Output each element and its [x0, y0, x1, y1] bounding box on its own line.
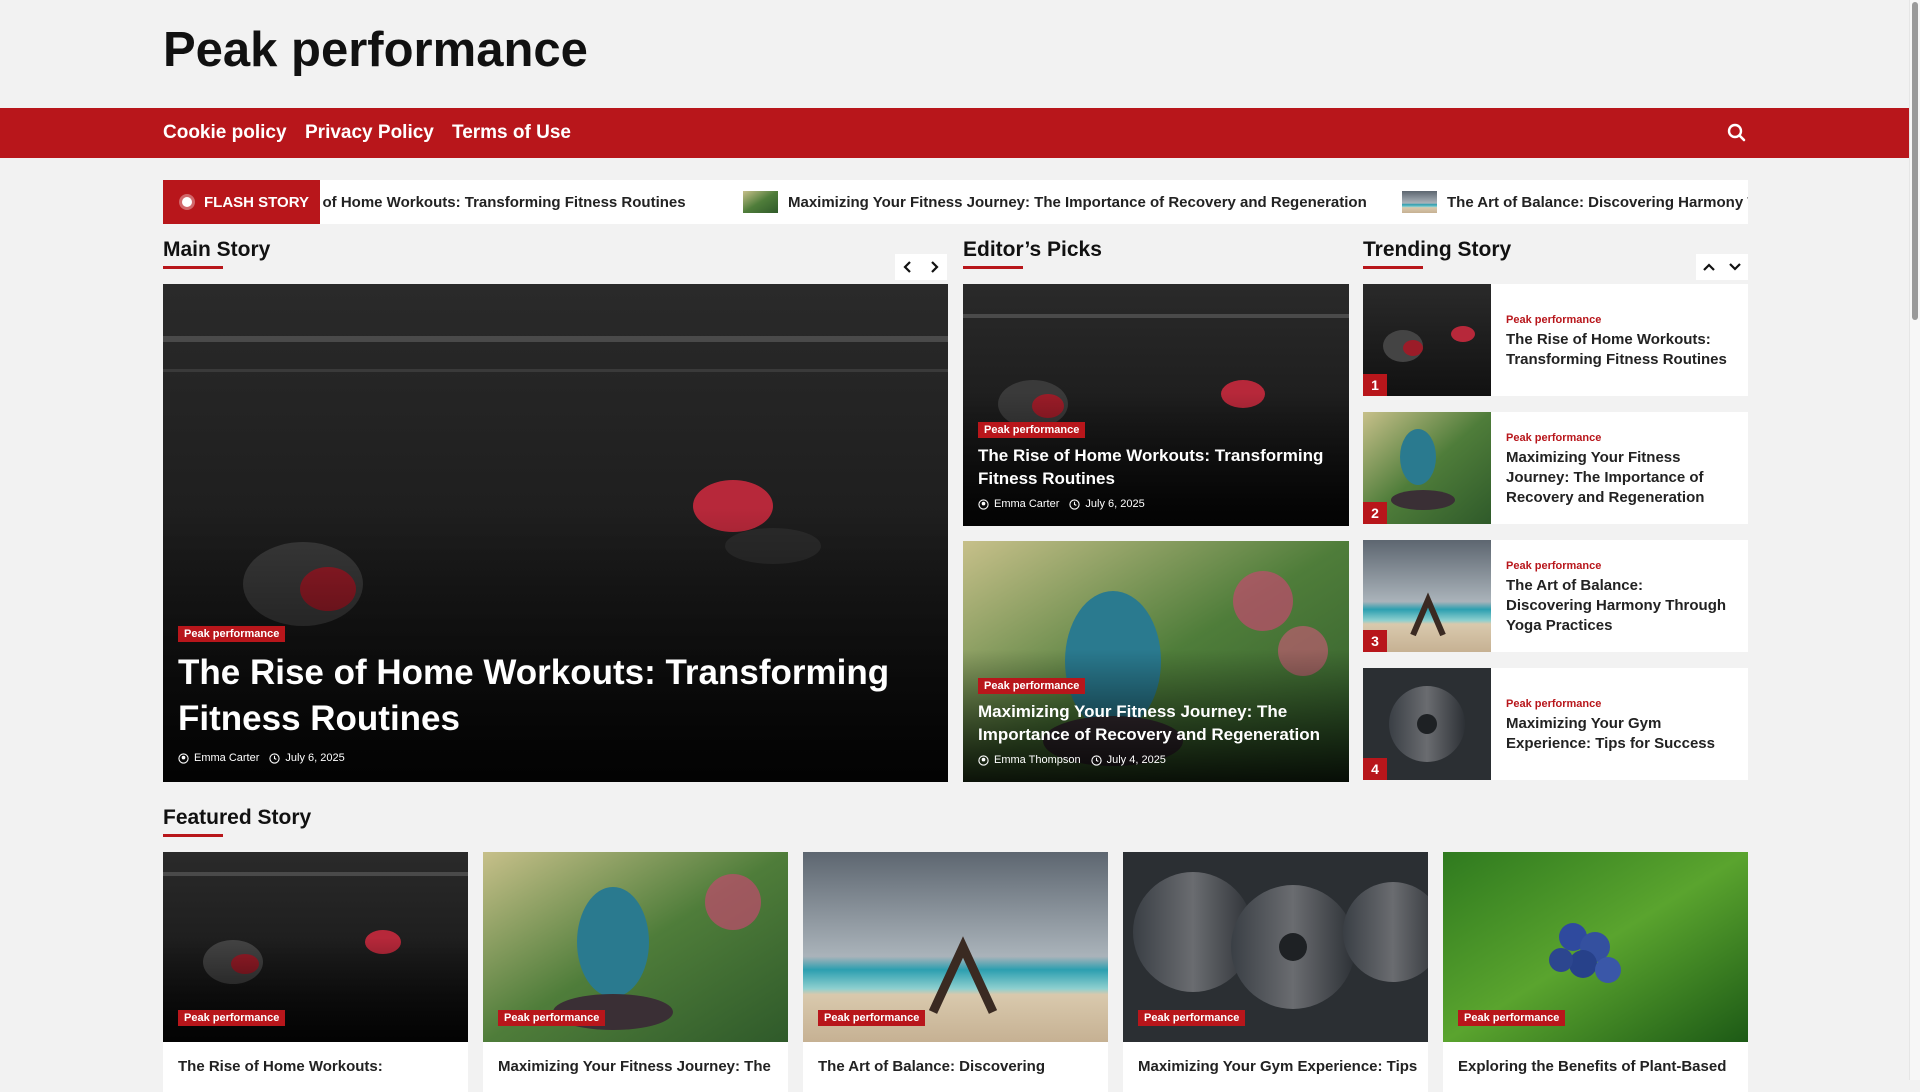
trending-title[interactable]: The Rise of Home Workouts: Transforming … [1506, 330, 1731, 370]
ticker-item[interactable]: Maximizing Your Fitness Journey: The Imp… [743, 180, 1367, 224]
ticker-item-title[interactable]: Maximizing Your Fitness Journey: The Imp… [788, 194, 1367, 211]
trending-title[interactable]: The Art of Balance: Discovering Harmony … [1506, 576, 1731, 636]
trending-title[interactable]: Maximizing Your Fitness Journey: The Imp… [1506, 448, 1731, 508]
trending-thumbnail: 3 [1363, 540, 1491, 652]
site-title[interactable]: Peak performance [163, 22, 588, 78]
trending-item[interactable]: 4 Peak performance Maximizing Your Gym E… [1363, 668, 1748, 780]
category-label[interactable]: Peak performance [1506, 560, 1601, 572]
post-date: July 6, 2025 [285, 752, 345, 764]
editors-pick-title[interactable]: The Rise of Home Workouts: Transforming … [978, 444, 1334, 490]
nav-link-cookie-policy[interactable]: Cookie policy [163, 122, 287, 144]
trending-rank: 1 [1363, 374, 1387, 396]
flash-story-text: FLASH STORY [204, 193, 310, 211]
page-scrollbar[interactable] [1909, 0, 1920, 1080]
heading-underline [963, 266, 1023, 269]
category-badge[interactable]: Peak performance [498, 1010, 606, 1026]
author-icon [978, 754, 989, 766]
main-navigation: Cookie policy Privacy Policy Terms of Us… [0, 108, 1909, 158]
featured-card[interactable]: Peak performance The Rise of Home Workou… [163, 852, 468, 1092]
featured-story-heading: Featured Story [163, 806, 312, 829]
trending-rank: 2 [1363, 502, 1387, 524]
featured-title[interactable]: The Art of Balance: Discovering [818, 1058, 1098, 1075]
trending-thumbnail: 1 [1363, 284, 1491, 396]
trending-story-heading: Trending Story [1363, 238, 1512, 261]
live-dot-icon [182, 197, 192, 207]
clock-icon [1090, 754, 1102, 766]
category-label[interactable]: Peak performance [1506, 432, 1601, 444]
flash-story-ticker: FLASH STORY e of Home Workouts: Transfor… [163, 180, 1748, 224]
chevron-down-icon[interactable] [1722, 254, 1748, 280]
featured-title[interactable]: Maximizing Your Fitness Journey: The [498, 1058, 778, 1075]
flash-story-label: FLASH STORY [163, 180, 320, 224]
chevron-left-icon[interactable] [895, 254, 921, 280]
featured-card[interactable]: Peak performance The Art of Balance: Dis… [803, 852, 1108, 1092]
category-badge[interactable]: Peak performance [818, 1010, 926, 1026]
category-badge[interactable]: Peak performance [978, 678, 1086, 694]
category-label[interactable]: Peak performance [1506, 314, 1601, 326]
chevron-up-icon[interactable] [1696, 254, 1722, 280]
main-story-heading: Main Story [163, 238, 271, 261]
editors-pick-card[interactable]: Peak performance Maximizing Your Fitness… [963, 541, 1349, 782]
trending-rank: 3 [1363, 630, 1387, 652]
author-name[interactable]: Emma Thompson [994, 754, 1081, 766]
featured-title[interactable]: Exploring the Benefits of Plant-Based [1458, 1058, 1738, 1075]
author-icon [978, 498, 989, 510]
category-badge[interactable]: Peak performance [978, 422, 1086, 438]
featured-card[interactable]: Peak performance Maximizing Your Gym Exp… [1123, 852, 1428, 1092]
category-badge[interactable]: Peak performance [178, 1010, 286, 1026]
author-name[interactable]: Emma Carter [194, 752, 259, 764]
ticker-thumbnail [1402, 191, 1437, 213]
search-icon[interactable] [1726, 122, 1748, 144]
trending-item[interactable]: 3 Peak performance The Art of Balance: D… [1363, 540, 1748, 652]
ticker-item[interactable]: e of Home Workouts: Transforming Fitness… [310, 180, 686, 224]
ticker-item-title[interactable]: e of Home Workouts: Transforming Fitness… [310, 194, 686, 211]
heading-underline [163, 834, 223, 837]
featured-title[interactable]: Maximizing Your Gym Experience: Tips [1138, 1058, 1418, 1075]
trending-item[interactable]: 1 Peak performance The Rise of Home Work… [1363, 284, 1748, 396]
editors-picks-heading: Editor’s Picks [963, 238, 1102, 261]
trending-rank: 4 [1363, 758, 1387, 780]
scrollbar-thumb[interactable] [1912, 2, 1918, 320]
featured-card[interactable]: Peak performance Maximizing Your Fitness… [483, 852, 788, 1092]
chevron-right-icon[interactable] [921, 254, 947, 280]
heading-underline [1363, 266, 1423, 269]
post-date: July 6, 2025 [1085, 498, 1145, 510]
featured-card[interactable]: Peak performance Exploring the Benefits … [1443, 852, 1748, 1092]
ticker-thumbnail [743, 191, 778, 213]
nav-link-terms-of-use[interactable]: Terms of Use [452, 122, 571, 144]
post-date: July 4, 2025 [1106, 754, 1166, 766]
editors-pick-card[interactable]: Peak performance The Rise of Home Workou… [963, 284, 1349, 526]
heading-underline [163, 266, 223, 269]
clock-icon [1069, 498, 1081, 510]
editors-pick-title[interactable]: Maximizing Your Fitness Journey: The Imp… [978, 700, 1334, 746]
ticker-item-title[interactable]: The Art of Balance: Discovering Harmony … [1447, 194, 1748, 211]
category-label[interactable]: Peak performance [1506, 698, 1601, 710]
featured-title[interactable]: The Rise of Home Workouts: [178, 1058, 458, 1075]
category-badge[interactable]: Peak performance [1138, 1010, 1246, 1026]
nav-link-privacy-policy[interactable]: Privacy Policy [305, 122, 434, 144]
category-badge[interactable]: Peak performance [1458, 1010, 1566, 1026]
main-story-card[interactable]: Peak performance The Rise of Home Workou… [163, 284, 948, 782]
author-name[interactable]: Emma Carter [994, 498, 1059, 510]
ticker-item[interactable]: The Art of Balance: Discovering Harmony … [1402, 180, 1748, 224]
main-story-title[interactable]: The Rise of Home Workouts: Transforming … [178, 650, 933, 742]
trending-title[interactable]: Maximizing Your Gym Experience: Tips for… [1506, 714, 1731, 754]
trending-thumbnail: 4 [1363, 668, 1491, 780]
category-badge[interactable]: Peak performance [178, 626, 286, 642]
trending-thumbnail: 2 [1363, 412, 1491, 524]
trending-item[interactable]: 2 Peak performance Maximizing Your Fitne… [1363, 412, 1748, 524]
author-icon [178, 752, 189, 764]
clock-icon [269, 752, 281, 764]
